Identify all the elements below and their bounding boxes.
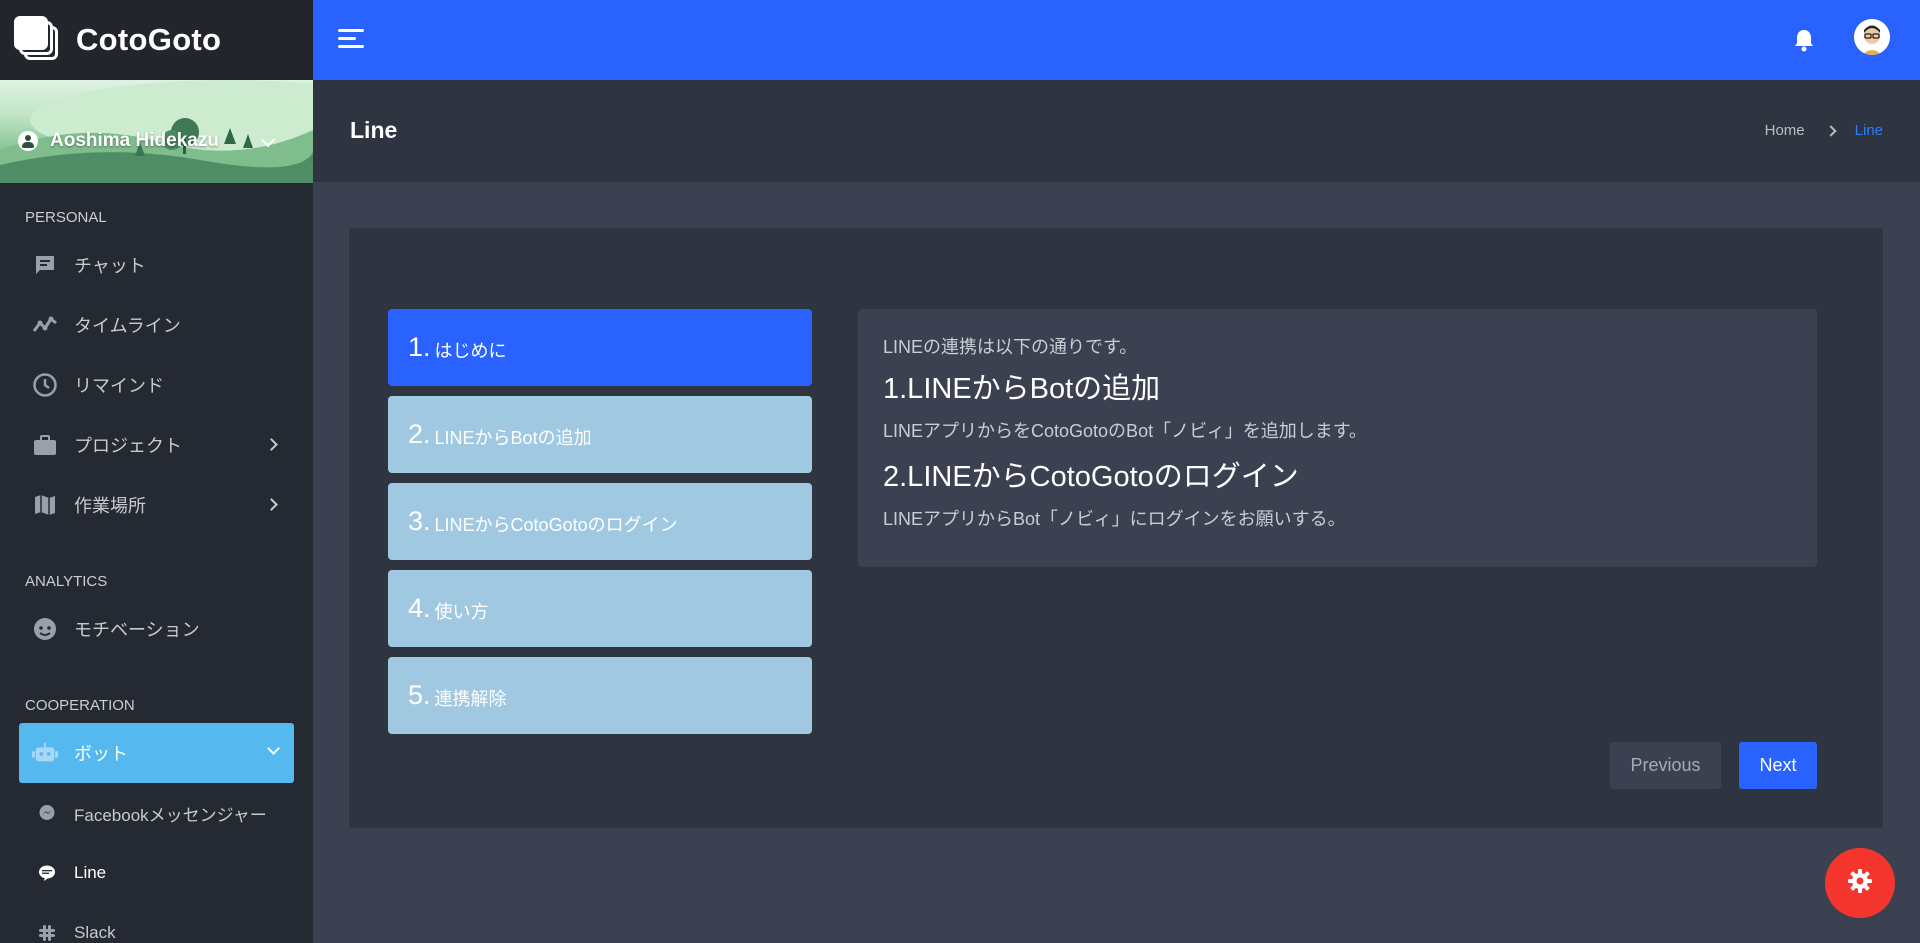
next-button[interactable]: Next <box>1739 742 1817 789</box>
sidebar-item-label: タイムライン <box>74 316 181 336</box>
settings-fab-button[interactable] <box>1825 848 1895 918</box>
sidebar-item-timeline[interactable]: タイムライン <box>0 295 313 355</box>
step-number: 3. <box>408 506 431 536</box>
briefcase-icon <box>32 432 58 458</box>
user-icon <box>18 131 38 151</box>
gear-icon <box>1847 868 1873 899</box>
map-icon <box>32 492 58 518</box>
sidebar-item-label: Slack <box>74 923 116 942</box>
section-label-cooperation: COOPERATION <box>25 697 135 714</box>
sidebar-item-label: プロジェクト <box>74 436 182 456</box>
wizard-card: 1. はじめに 2. LINEからBotの追加 3. LINEからCotoGot… <box>349 228 1883 828</box>
content-heading-1: 1.LINEからBotの追加 <box>883 373 1161 405</box>
page-header: Line Home Line <box>313 80 1920 182</box>
breadcrumb-current: Line <box>1854 122 1883 139</box>
content-text-1: LINEアプリからをCotoGotoのBot「ノビィ」を追加します。 <box>883 421 1367 441</box>
sidebar-item-workplace[interactable]: 作業場所 <box>0 475 313 535</box>
brand-name: CotoGoto <box>76 22 222 57</box>
sidebar-item-label: Line <box>74 863 107 882</box>
wizard-step-4[interactable]: 4. 使い方 <box>388 570 812 647</box>
robot-icon <box>32 740 58 766</box>
line-icon <box>38 864 56 882</box>
chevron-right-icon <box>265 498 278 511</box>
avatar[interactable] <box>1854 19 1890 55</box>
brand[interactable]: CotoGoto <box>0 0 313 80</box>
chevron-right-icon <box>265 438 278 451</box>
sidebar-item-bot[interactable]: ボット <box>19 723 294 783</box>
page-title: Line <box>350 117 398 143</box>
sidebar-item-label: 作業場所 <box>74 496 146 516</box>
sidebar-item-remind[interactable]: リマインド <box>0 355 313 415</box>
sidebar-item-label: モチベーション <box>74 620 200 640</box>
step-number: 4. <box>408 593 431 623</box>
content-intro: LINEの連携は以下の通りです。 <box>883 337 1138 357</box>
content-text-2: LINEアプリからBot「ノビィ」にログインをお願いする。 <box>883 509 1346 529</box>
breadcrumb-home[interactable]: Home <box>1765 122 1805 139</box>
bell-icon[interactable] <box>1790 26 1818 54</box>
chat-icon <box>32 252 58 278</box>
sidebar-item-label: ボット <box>74 744 128 764</box>
step-label: 使い方 <box>434 601 489 622</box>
wizard-content: LINEの連携は以下の通りです。 1.LINEからBotの追加 LINEアプリか… <box>858 309 1817 567</box>
step-number: 5. <box>408 680 431 710</box>
previous-button[interactable]: Previous <box>1610 742 1721 789</box>
sidebar-item-chat[interactable]: チャット <box>0 235 313 295</box>
menu-toggle-icon[interactable] <box>338 29 364 49</box>
slack-icon <box>38 924 56 942</box>
step-label: はじめに <box>434 340 507 361</box>
step-label: 連携解除 <box>434 688 507 709</box>
step-number: 2. <box>408 419 431 449</box>
step-label: LINEからCotoGotoのログイン <box>434 514 678 535</box>
content-heading-2: 2.LINEからCotoGotoのログイン <box>883 461 1299 493</box>
sidebar-item-label: リマインド <box>74 376 164 396</box>
messenger-icon <box>38 804 56 822</box>
sidebar-item-label: チャット <box>74 256 146 276</box>
sidebar-item-motivation[interactable]: モチベーション <box>0 599 313 659</box>
breadcrumb: Home Line <box>1765 122 1883 139</box>
user-profile[interactable]: Aoshima Hidekazu <box>0 80 313 183</box>
sidebar-item-project[interactable]: プロジェクト <box>0 415 313 475</box>
face-icon <box>32 616 58 642</box>
wizard-step-3[interactable]: 3. LINEからCotoGotoのログイン <box>388 483 812 560</box>
sidebar: CotoGoto Aoshima Hidekazu PERSONAL チャット <box>0 0 313 943</box>
sidebar-subitem-slack[interactable]: Slack <box>0 903 313 943</box>
clock-icon <box>32 372 58 398</box>
section-label-analytics: ANALYTICS <box>25 573 108 590</box>
chevron-down-icon <box>267 742 280 755</box>
wizard-steps: 1. はじめに 2. LINEからBotの追加 3. LINEからCotoGot… <box>388 309 812 744</box>
timeline-icon <box>32 312 58 338</box>
sidebar-subitem-line[interactable]: Line <box>0 843 313 903</box>
step-label: LINEからBotの追加 <box>434 427 592 448</box>
sidebar-subitem-facebook-messenger[interactable]: Facebookメッセンジャー <box>0 783 313 843</box>
user-name: Aoshima Hidekazu <box>50 130 219 151</box>
wizard-step-2[interactable]: 2. LINEからBotの追加 <box>388 396 812 473</box>
topbar <box>313 0 1920 80</box>
sidebar-item-label: Facebookメッセンジャー <box>74 805 267 825</box>
brand-logo-icon <box>14 16 62 64</box>
wizard-step-1[interactable]: 1. はじめに <box>388 309 812 386</box>
step-number: 1. <box>408 332 431 362</box>
chevron-right-icon <box>1824 124 1837 137</box>
wizard-step-5[interactable]: 5. 連携解除 <box>388 657 812 734</box>
section-label-personal: PERSONAL <box>25 209 107 226</box>
